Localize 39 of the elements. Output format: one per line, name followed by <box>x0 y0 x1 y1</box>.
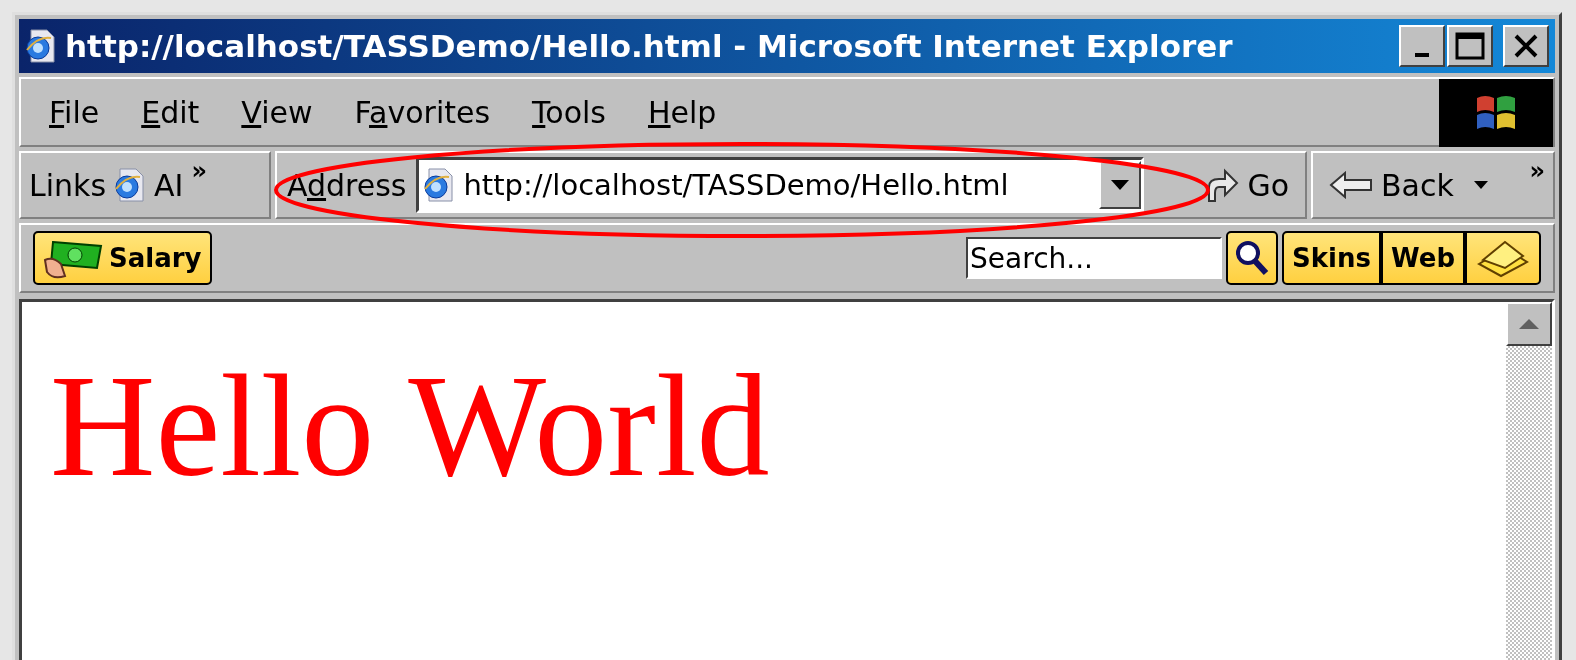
menu-item[interactable]: Favorites <box>336 94 515 130</box>
minimize-button[interactable] <box>1399 25 1445 67</box>
search-button[interactable] <box>1226 231 1279 285</box>
window-title: http://localhost/TASSDemo/Hello.html - Microsoft Internet Explorer <box>65 28 1234 64</box>
menu-item[interactable]: Edit <box>123 94 224 130</box>
menu-item[interactable]: Help <box>630 94 741 130</box>
more-chevron[interactable]: » <box>1529 157 1545 185</box>
search-icon <box>1234 239 1271 277</box>
caret-icon <box>1111 180 1130 190</box>
browser-page-icon <box>423 167 456 203</box>
back-button[interactable]: Back <box>1321 167 1496 203</box>
menu-item[interactable]: View <box>223 94 337 130</box>
close-button[interactable] <box>1503 25 1549 67</box>
caret-icon <box>1473 181 1488 189</box>
browser-page-icon <box>25 28 57 64</box>
dropdown-button[interactable] <box>1099 161 1142 209</box>
minimize-icon <box>1415 53 1429 57</box>
close-icon <box>1513 34 1539 58</box>
menu-item[interactable]: Tools <box>514 94 630 130</box>
salary-button[interactable]: Salary <box>33 231 212 285</box>
scroll-up-button[interactable] <box>1506 302 1552 346</box>
menu-item[interactable]: File <box>31 94 124 130</box>
browser-page-icon <box>114 167 147 203</box>
page-heading: Hello World <box>50 344 771 509</box>
maximize-icon <box>1455 32 1485 60</box>
maximize-button[interactable] <box>1447 25 1493 67</box>
up-triangle-icon <box>1519 319 1539 329</box>
scrollbar-track[interactable] <box>1506 302 1552 660</box>
link-button[interactable]: AI <box>114 167 184 203</box>
skins-button[interactable]: Skins <box>1282 231 1381 285</box>
left-arrow-icon <box>1329 171 1373 199</box>
more-chevron[interactable]: » <box>191 157 207 185</box>
search-field[interactable]: Search... <box>966 237 1223 279</box>
book-button[interactable] <box>1465 231 1541 285</box>
address-field[interactable]: http://localhost/TASSDemo/Hello.html <box>416 157 1145 213</box>
links-label: Links <box>29 167 107 203</box>
web-button[interactable]: Web <box>1381 231 1465 285</box>
go-button[interactable]: Go <box>1197 165 1297 205</box>
book-icon <box>1475 238 1531 278</box>
